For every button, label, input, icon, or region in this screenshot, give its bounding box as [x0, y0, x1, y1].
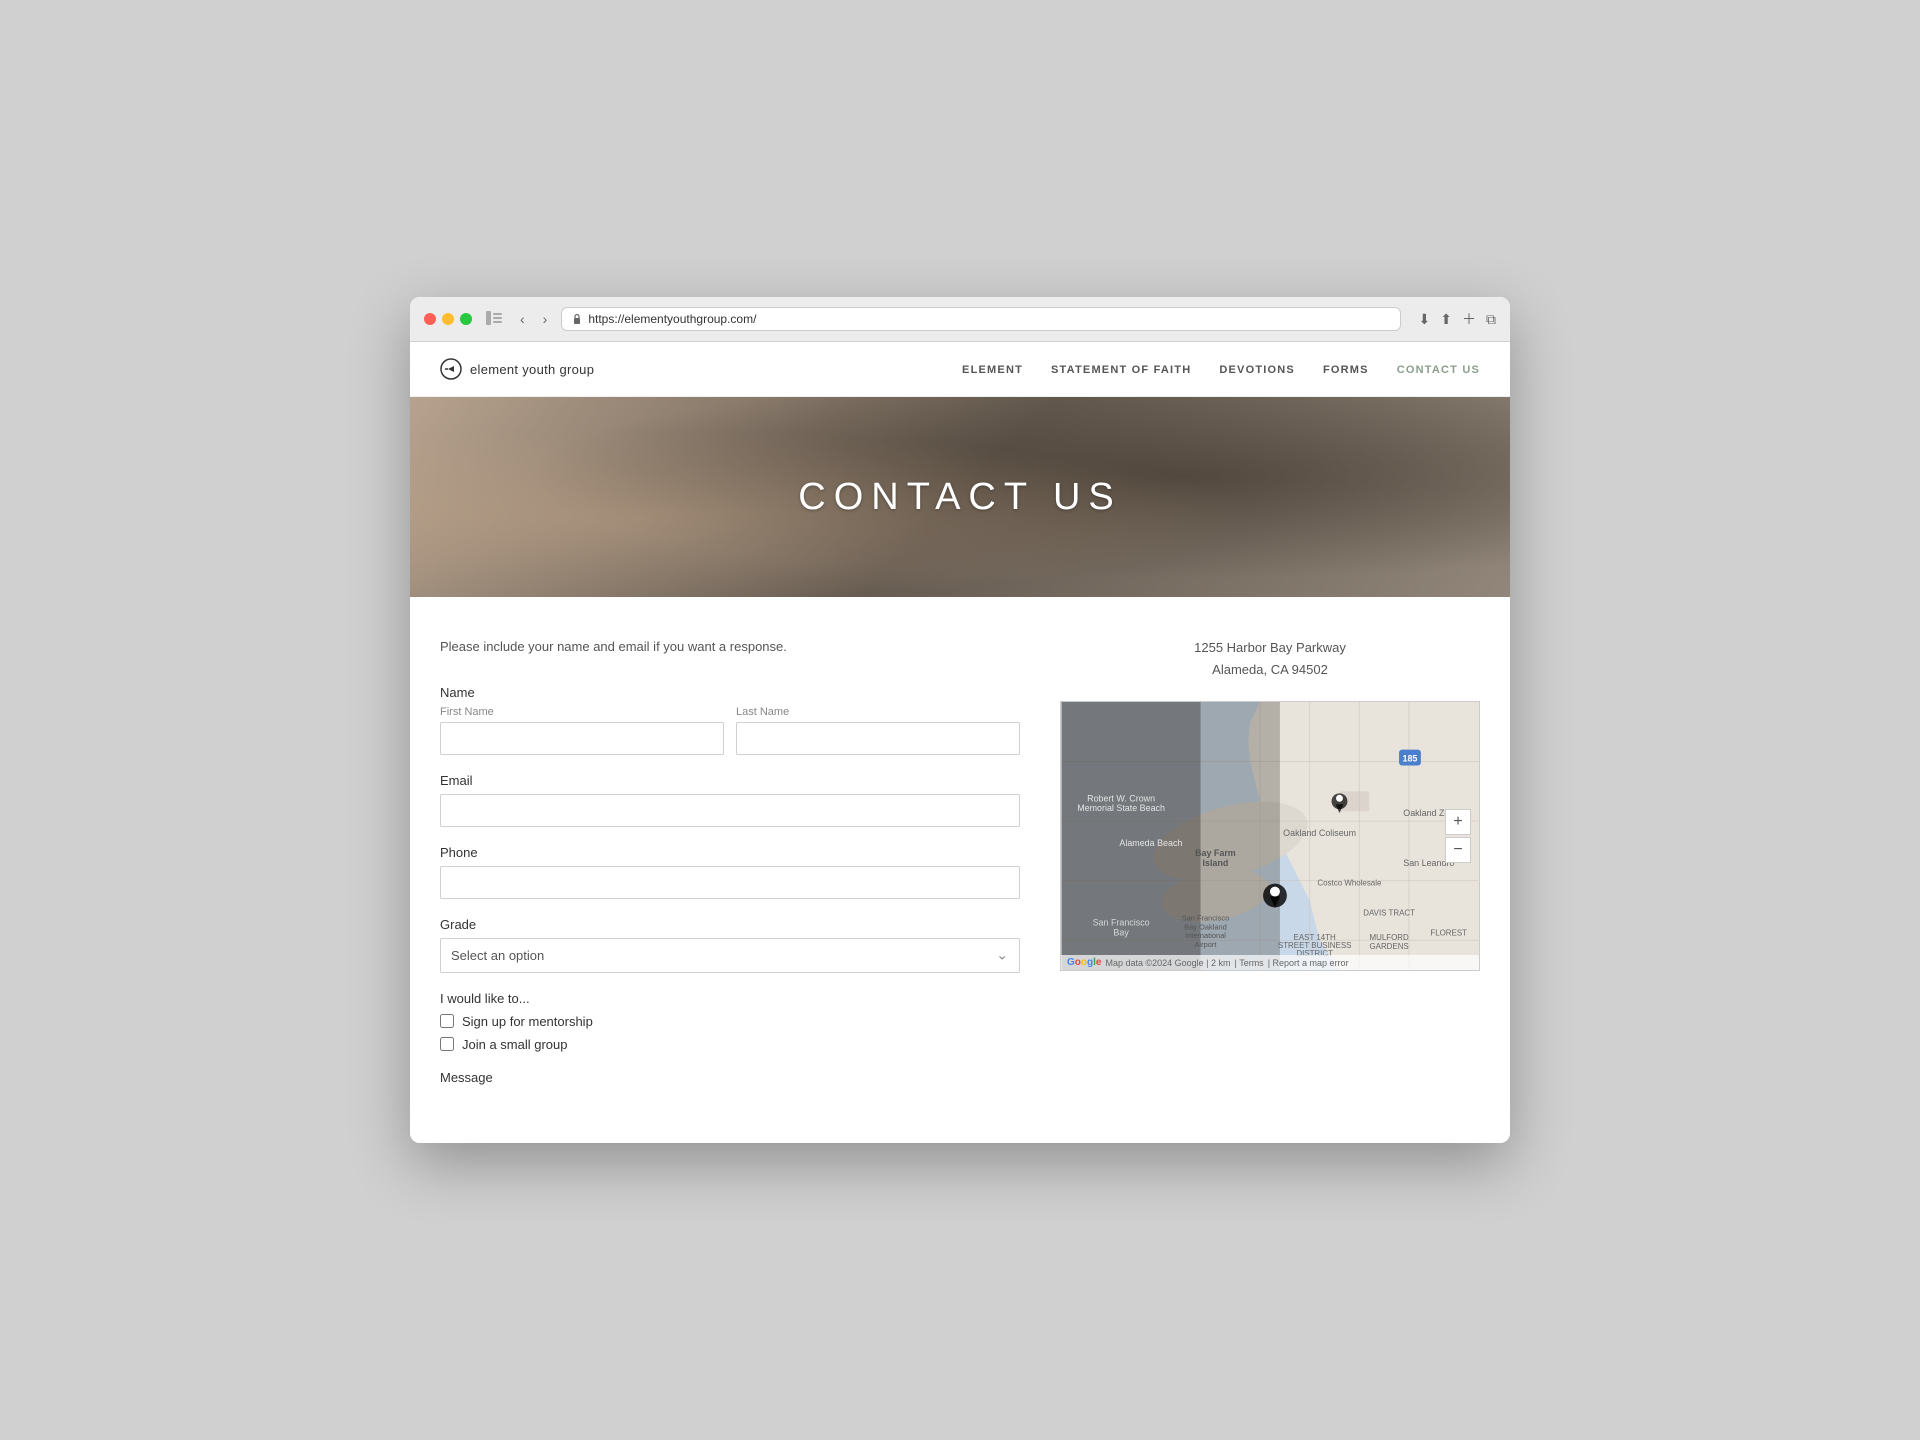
nav-links: ELEMENT STATEMENT OF FAITH DEVOTIONS FOR… [962, 360, 1480, 378]
contact-form-section: Please include your name and email if yo… [440, 637, 1020, 1103]
url-text: https://elementyouthgroup.com/ [588, 312, 756, 326]
map-attribution: Google Map data ©2024 Google | 2 km | Te… [1061, 955, 1479, 970]
phone-field-group: Phone [440, 845, 1020, 899]
map-svg: Robert W. Crown Memorial State Beach Ala… [1061, 702, 1479, 970]
browser-right-controls: ⬇ ⬆ ＋ ⧉ [1419, 309, 1496, 329]
nav-logo[interactable]: element youth group [440, 358, 594, 380]
nav-contact-us[interactable]: CONTACT US [1397, 364, 1480, 376]
would-like-label: I would like to... [440, 991, 1020, 1006]
grade-select[interactable]: Select an option 6th Grade 7th Grade 8th… [440, 938, 1020, 973]
address-bar[interactable]: https://elementyouthgroup.com/ [561, 307, 1400, 331]
checkbox-group: Sign up for mentorship Join a small grou… [440, 1014, 1020, 1052]
last-name-label: Last Name [736, 706, 1020, 718]
mentorship-checkbox[interactable] [440, 1014, 454, 1028]
right-section: 1255 Harbor Bay Parkway Alameda, CA 9450… [1060, 637, 1480, 1103]
svg-text:DAVIS TRACT: DAVIS TRACT [1363, 909, 1415, 918]
svg-text:San Francisco: San Francisco [1093, 918, 1150, 928]
map-container: Robert W. Crown Memorial State Beach Ala… [1060, 701, 1480, 971]
svg-text:Bay Oakland: Bay Oakland [1184, 923, 1227, 932]
nav-forms[interactable]: FORMS [1323, 364, 1369, 376]
first-name-field: First Name [440, 706, 724, 755]
maximize-button[interactable] [460, 313, 472, 325]
logo-text: element youth group [470, 362, 594, 377]
forward-button[interactable]: › [539, 309, 552, 329]
email-label: Email [440, 773, 1020, 788]
svg-text:Bay: Bay [1113, 928, 1129, 938]
first-name-input[interactable] [440, 722, 724, 755]
grade-field-group: Grade Select an option 6th Grade 7th Gra… [440, 917, 1020, 973]
svg-text:Airport: Airport [1195, 941, 1218, 950]
share-button[interactable]: ⬆ [1440, 311, 1452, 328]
svg-text:Costco Wholesale: Costco Wholesale [1317, 879, 1382, 888]
last-name-input[interactable] [736, 722, 1020, 755]
svg-text:Robert W. Crown: Robert W. Crown [1087, 794, 1155, 804]
svg-text:Oakland Coliseum: Oakland Coliseum [1283, 828, 1356, 838]
mentorship-checkbox-item: Sign up for mentorship [440, 1014, 1020, 1029]
svg-text:Bay Farm: Bay Farm [1195, 848, 1236, 858]
tabs-button[interactable]: ⧉ [1486, 311, 1496, 328]
svg-text:185: 185 [1403, 754, 1418, 764]
browser-titlebar: ‹ › https://elementyouthgroup.com/ ⬇ ⬆ ＋… [410, 297, 1510, 342]
name-field-group: Name First Name Last Name [440, 685, 1020, 755]
nav-element[interactable]: ELEMENT [962, 364, 1023, 376]
svg-text:FLOREST: FLOREST [1430, 929, 1467, 938]
nav-statement-of-faith[interactable]: STATEMENT OF FAITH [1051, 364, 1191, 376]
svg-text:MULFORD: MULFORD [1369, 934, 1409, 943]
message-field-group: Message [440, 1070, 1020, 1085]
mentorship-label[interactable]: Sign up for mentorship [462, 1014, 593, 1029]
browser-window: ‹ › https://elementyouthgroup.com/ ⬇ ⬆ ＋… [410, 297, 1510, 1143]
new-tab-button[interactable]: ＋ [1462, 309, 1476, 329]
back-button[interactable]: ‹ [516, 309, 529, 329]
map-terms[interactable]: | Terms [1235, 958, 1264, 968]
small-group-label[interactable]: Join a small group [462, 1037, 568, 1052]
browser-traffic-lights [424, 313, 472, 325]
small-group-checkbox-item: Join a small group [440, 1037, 1020, 1052]
address-line-1: 1255 Harbor Bay Parkway [1060, 637, 1480, 659]
svg-text:Alameda Beach: Alameda Beach [1119, 838, 1182, 848]
svg-text:International: International [1185, 932, 1226, 941]
phone-label: Phone [440, 845, 1020, 860]
main-content: Please include your name and email if yo… [410, 597, 1510, 1143]
lock-icon [572, 313, 582, 325]
nav-devotions[interactable]: DEVOTIONS [1219, 364, 1295, 376]
small-group-checkbox[interactable] [440, 1037, 454, 1051]
address-line-2: Alameda, CA 94502 [1060, 659, 1480, 681]
last-name-field: Last Name [736, 706, 1020, 755]
svg-text:San Francisco: San Francisco [1182, 914, 1230, 923]
website-content: element youth group ELEMENT STATEMENT OF… [410, 342, 1510, 1143]
svg-text:Memorial State Beach: Memorial State Beach [1077, 804, 1165, 814]
hero-title: CONTACT US [798, 476, 1122, 519]
message-label: Message [440, 1070, 1020, 1085]
hero-section: CONTACT US [410, 397, 1510, 597]
address-block: 1255 Harbor Bay Parkway Alameda, CA 9450… [1060, 637, 1480, 681]
first-name-label: First Name [440, 706, 724, 718]
close-button[interactable] [424, 313, 436, 325]
minimize-button[interactable] [442, 313, 454, 325]
download-button[interactable]: ⬇ [1419, 311, 1431, 328]
name-row: First Name Last Name [440, 706, 1020, 755]
map-zoom-out-button[interactable]: − [1445, 837, 1471, 863]
would-like-group: I would like to... Sign up for mentorshi… [440, 991, 1020, 1052]
email-input[interactable] [440, 794, 1020, 827]
svg-text:GARDENS: GARDENS [1369, 943, 1408, 952]
svg-text:Island: Island [1203, 858, 1229, 868]
grade-select-wrapper: Select an option 6th Grade 7th Grade 8th… [440, 938, 1020, 973]
grade-label: Grade [440, 917, 1020, 932]
google-logo: Google [1067, 957, 1101, 968]
navigation: element youth group ELEMENT STATEMENT OF… [410, 342, 1510, 397]
email-field-group: Email [440, 773, 1020, 827]
phone-input[interactable] [440, 866, 1020, 899]
sidebar-toggle-button[interactable] [482, 309, 506, 330]
map-report[interactable]: | Report a map error [1268, 958, 1349, 968]
name-label: Name [440, 685, 1020, 700]
form-intro-text: Please include your name and email if yo… [440, 637, 1020, 657]
map-data-text: Map data ©2024 Google | 2 km [1105, 958, 1230, 968]
map-controls: + − [1445, 809, 1471, 863]
map-zoom-in-button[interactable]: + [1445, 809, 1471, 835]
logo-icon [440, 358, 462, 380]
